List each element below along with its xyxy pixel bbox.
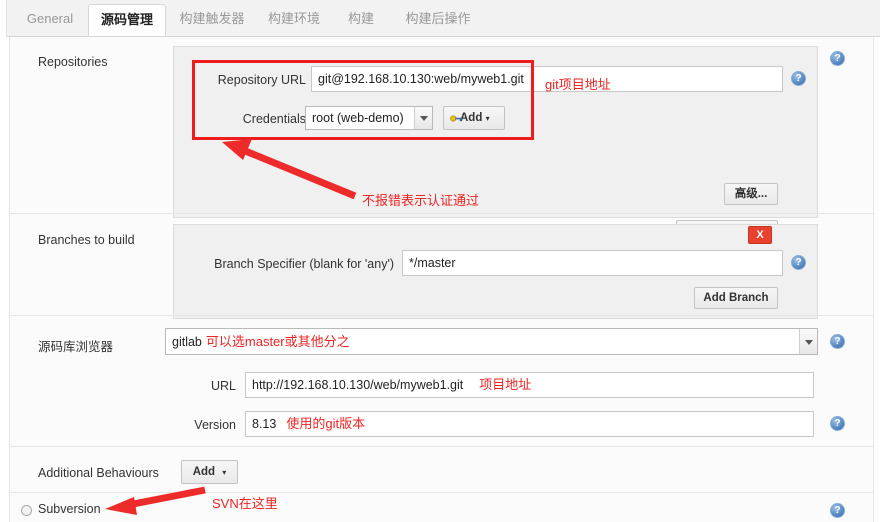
add-branch-button[interactable]: Add Branch [694, 287, 778, 309]
help-icon-repository-browser[interactable] [830, 334, 845, 349]
tab-build[interactable]: 构建 [338, 4, 384, 36]
subversion-label: Subversion [38, 502, 101, 516]
help-icon-browser-version[interactable] [830, 416, 845, 431]
tab-general-label: General [26, 11, 74, 26]
annotation-git-version-used: 使用的git版本 [286, 416, 366, 431]
annotation-svn-here: SVN在这里 [212, 496, 278, 511]
tab-build-label: 构建 [347, 11, 374, 26]
additional-behaviours-label: Additional Behaviours [38, 466, 159, 480]
tab-general[interactable]: General [14, 4, 86, 36]
tab-source-code-management[interactable]: 源码管理 [88, 4, 166, 36]
divider-browser [9, 446, 874, 447]
tab-bar: General 源码管理 构建触发器 构建环境 构建 构建后操作 [0, 0, 880, 37]
add-branch-label: Add Branch [703, 292, 769, 304]
add-behaviour-label: Add [192, 466, 216, 478]
annotation-box-credentials [192, 60, 534, 140]
branch-specifier-label: Branch Specifier (blank for 'any') [214, 257, 394, 271]
divider-branches [9, 315, 874, 316]
annotation-branch-choice: 可以选master或其他分之 [205, 334, 350, 349]
advanced-button[interactable]: 高级... [724, 183, 778, 205]
left-rail [0, 37, 10, 522]
annotation-project-address: 项目地址 [479, 377, 532, 392]
caret-down-icon-add-behaviour: ▾ [222, 468, 227, 477]
repository-browser-value: gitlab [172, 335, 202, 349]
subversion-radio[interactable] [21, 505, 32, 516]
tab-bar-left-edge [0, 0, 7, 37]
help-icon-repository-url[interactable] [791, 71, 806, 86]
delete-branch-button[interactable]: X [748, 226, 772, 244]
browser-url-input[interactable]: http://192.168.10.130/web/myweb1.git 项目地址 [245, 372, 814, 398]
browser-version-value: 8.13 [252, 417, 277, 431]
tab-build-triggers-label: 构建触发器 [179, 11, 245, 26]
help-icon-repositories[interactable] [830, 51, 845, 66]
tab-build-environment[interactable]: 构建环境 [262, 4, 326, 36]
tab-build-triggers[interactable]: 构建触发器 [172, 4, 252, 36]
help-icon-subversion[interactable] [830, 503, 845, 518]
help-icon-branch-specifier[interactable] [791, 255, 806, 270]
add-behaviour-button[interactable]: Add ▾ [181, 460, 238, 484]
tab-post-build-actions[interactable]: 构建后操作 [396, 4, 480, 36]
annotation-auth-passed: 不报错表示认证通过 [362, 193, 480, 208]
repository-browser-select[interactable]: gitlab 可以选master或其他分之 [165, 328, 818, 355]
tab-build-environment-label: 构建环境 [267, 11, 320, 26]
tab-source-code-management-label: 源码管理 [100, 12, 153, 27]
browser-version-input[interactable]: 8.13 使用的git版本 [245, 411, 814, 437]
advanced-button-label: 高级... [734, 188, 768, 200]
browser-url-label: URL [210, 379, 236, 393]
divider-repositories [9, 213, 874, 214]
repository-browser-section-label: 源码库浏览器 [38, 340, 114, 354]
chevron-down-icon-repository-browser[interactable] [799, 329, 817, 354]
browser-version-label: Version [194, 418, 236, 432]
right-rail [873, 37, 880, 522]
branch-specifier-input[interactable]: */master [402, 250, 783, 276]
repositories-section-label: Repositories [38, 55, 108, 69]
browser-url-value: http://192.168.10.130/web/myweb1.git [252, 378, 464, 392]
divider-additional [9, 492, 874, 493]
branches-section-label: Branches to build [38, 233, 135, 247]
annotation-git-project-address: git项目地址 [545, 77, 611, 92]
tab-post-build-actions-label: 构建后操作 [405, 11, 471, 26]
